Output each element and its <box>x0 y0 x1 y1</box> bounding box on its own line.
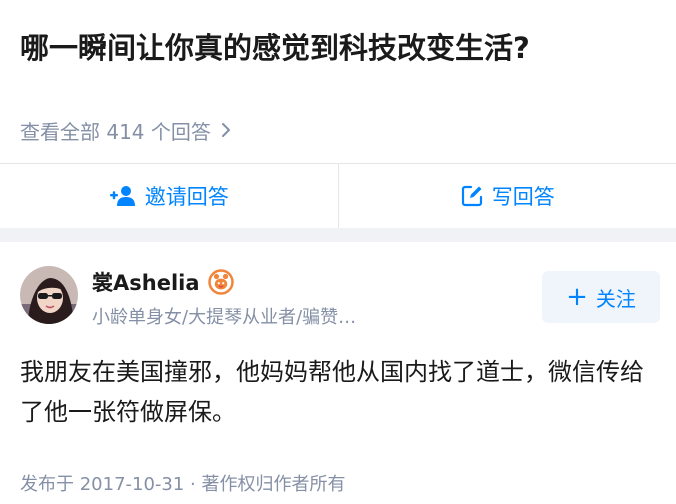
view-all-answers-link[interactable]: 查看全部 414 个回答 <box>20 114 231 146</box>
plus-icon: + <box>566 282 588 312</box>
question-action-bar: 邀请回答 写回答 <box>0 164 676 228</box>
author-name-row: 裳Ashelia <box>92 268 234 296</box>
author-name[interactable]: 裳Ashelia <box>92 267 200 297</box>
chevron-right-icon <box>221 122 231 138</box>
edit-icon <box>460 184 484 208</box>
write-answer-label: 写回答 <box>491 185 555 209</box>
view-all-label: 查看全部 414 个回答 <box>20 119 211 144</box>
answer-meta: 发布于 2017-10-31 · 著作权归作者所有 <box>20 474 346 495</box>
write-answer-button[interactable]: 写回答 <box>339 164 676 228</box>
answer-content[interactable]: 我朋友在美国撞邪，他妈妈帮他从国内找了道士，微信传给了他一张符做屏保。 <box>20 352 660 432</box>
member-badge-icon <box>207 269 234 295</box>
avatar[interactable] <box>20 266 78 324</box>
question-title: 哪一瞬间让你真的感觉到科技改变生活? <box>20 31 530 65</box>
add-user-icon <box>109 185 137 207</box>
invite-answer-button[interactable]: 邀请回答 <box>0 164 338 228</box>
invite-answer-label: 邀请回答 <box>144 185 229 209</box>
section-separator <box>0 228 676 242</box>
follow-button[interactable]: + 关注 <box>542 271 660 323</box>
follow-label: 关注 <box>595 286 636 311</box>
author-bio: 小龄单身女/大提琴从业者/骗赞… <box>92 307 357 328</box>
